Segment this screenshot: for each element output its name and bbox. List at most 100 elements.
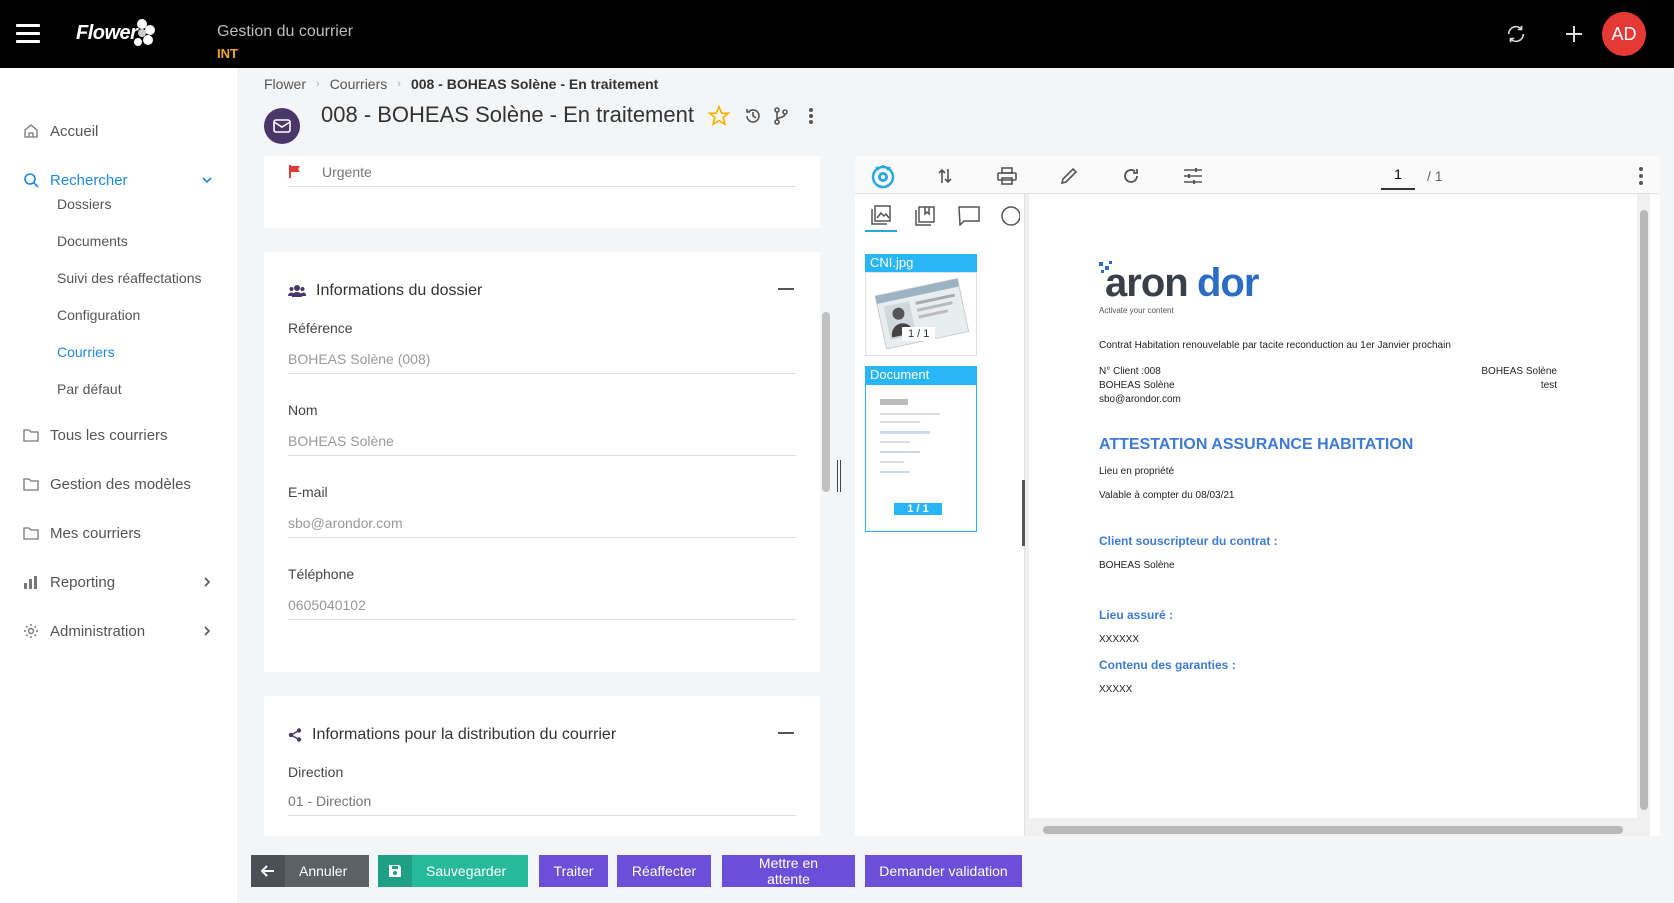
document-heading: ATTESTATION ASSURANCE HABITATION [1099, 436, 1414, 453]
process-button[interactable]: Traiter [539, 855, 608, 887]
sidebar-subitem-courriers[interactable]: Courriers [57, 344, 115, 360]
dossier-title-text: Informations du dossier [316, 282, 483, 299]
sidebar-subitem-suivi[interactable]: Suivi des réaffectations [57, 270, 202, 286]
telephone-label: Téléphone [288, 566, 355, 582]
section-lieu-value: XXXXXX [1099, 634, 1140, 645]
request-validation-button[interactable]: Demander validation [865, 855, 1022, 887]
telephone-field[interactable] [288, 590, 796, 620]
sidebar-subitem-configuration[interactable]: Configuration [57, 307, 140, 323]
form-scrollbar-thumb[interactable] [822, 312, 830, 492]
email-field[interactable] [288, 508, 796, 538]
direction-select[interactable]: 01 - Direction [288, 786, 796, 816]
branch-icon[interactable] [769, 104, 793, 128]
collapse-distribution-button[interactable] [778, 732, 794, 734]
section-garanties-value: XXXXX [1099, 684, 1133, 695]
sidebar-subitem-documents[interactable]: Documents [57, 233, 128, 249]
sidebar-item-accueil[interactable]: Accueil [0, 113, 237, 149]
history-icon[interactable] [741, 104, 765, 128]
save-label: Sauvegarder [426, 863, 507, 879]
breadcrumb-flower[interactable]: Flower [264, 76, 306, 92]
hold-label: Mettre en attente [758, 855, 819, 887]
tab-thumbnails[interactable] [865, 200, 897, 232]
breadcrumb-courriers[interactable]: Courriers [330, 76, 388, 92]
hold-button[interactable]: Mettre en attente [722, 855, 855, 887]
cancel-button[interactable]: Annuler [251, 855, 369, 887]
thumbnail-page-count: 1 / 1 [894, 503, 942, 515]
chevron-right-icon [204, 577, 211, 587]
tab-comments[interactable] [953, 200, 985, 232]
id-card-preview: 1 / 1 [865, 272, 977, 356]
viewer-logo-icon [871, 165, 895, 189]
thumbnail-title: Document [865, 366, 977, 384]
reassign-button[interactable]: Réaffecter [617, 855, 711, 887]
dossier-card-title: Informations du dossier [288, 282, 482, 300]
dossier-card: Informations du dossier Référence Nom E-… [264, 252, 820, 672]
document-area: aron dor arondor Activate your content C… [1025, 194, 1650, 836]
search-icon [22, 171, 40, 189]
sidebar-item-label: Administration [50, 622, 146, 640]
viewer-horizontal-scrollbar[interactable] [1025, 824, 1650, 836]
swap-vertical-icon[interactable] [931, 162, 959, 190]
star-icon[interactable] [707, 104, 731, 128]
print-icon[interactable] [993, 162, 1021, 190]
flower-logo[interactable]: Flower [76, 16, 160, 52]
avatar[interactable]: AD [1602, 12, 1646, 56]
sidebar-item-mes-courriers[interactable]: Mes courriers [0, 515, 237, 551]
chevron-right-icon [204, 626, 211, 636]
nom-field[interactable] [288, 426, 796, 456]
sidebar-item-tous-courriers[interactable]: Tous les courriers [0, 417, 237, 453]
home-icon [22, 122, 40, 140]
sidebar-item-label: Gestion des modèles [50, 475, 191, 493]
save-button[interactable]: Sauvegarder [378, 855, 528, 887]
tab-search[interactable] [993, 200, 1025, 232]
sidebar: Accueil Rechercher Dossiers Documents Su… [0, 68, 237, 903]
viewer-vscroll-thumb[interactable] [1640, 210, 1648, 810]
flag-icon [289, 165, 300, 178]
more-vert-icon[interactable] [1627, 162, 1655, 190]
distribution-card-title: Informations pour la distribution du cou… [288, 726, 616, 744]
pencil-icon[interactable] [1055, 162, 1083, 190]
reference-field[interactable] [288, 344, 796, 374]
flower-logo-icon [134, 19, 155, 46]
viewer-toolbar: / 1 [855, 156, 1660, 194]
document-page: aron dor arondor Activate your content C… [1029, 194, 1637, 818]
thumbnail-cni[interactable]: CNI.jpg 1 / 1 [865, 254, 977, 356]
arrow-left-icon [251, 855, 285, 887]
thumbnail-panel: CNI.jpg 1 / 1 Document 1 / 1 [855, 194, 1025, 836]
viewer-hscroll-thumb[interactable] [1043, 826, 1623, 834]
eye-icon[interactable] [869, 162, 897, 190]
sidebar-item-label: Reporting [50, 573, 116, 591]
tab-bookmarks[interactable] [909, 200, 941, 232]
client-name: BOHEAS Solène [1099, 380, 1175, 391]
sidebar-item-gestion-modeles[interactable]: Gestion des modèles [0, 466, 237, 502]
section-client-title: Client souscripteur du contrat : [1099, 534, 1278, 548]
sidebar-subitem-dossiers[interactable]: Dossiers [57, 196, 111, 212]
reference-label: Référence [288, 320, 353, 336]
page-number-input[interactable] [1381, 160, 1415, 190]
nom-label: Nom [288, 402, 318, 418]
panel-splitter[interactable] [837, 460, 845, 496]
page-total: / 1 [1427, 168, 1443, 184]
sidebar-item-rechercher[interactable]: Rechercher [0, 162, 237, 198]
sync-icon[interactable] [1502, 20, 1530, 48]
thumbnail-document[interactable]: Document 1 / 1 [865, 366, 977, 532]
rotate-icon[interactable] [1117, 162, 1145, 190]
more-vert-icon[interactable] [799, 104, 823, 128]
section-garanties-title: Contenu des garanties : [1099, 658, 1236, 672]
lieu-propriete: Lieu en propriété [1099, 466, 1175, 477]
process-label: Traiter [553, 863, 594, 879]
sidebar-item-administration[interactable]: Administration [0, 613, 237, 649]
top-bar: Flower Gestion du courrier INT AD [0, 0, 1674, 68]
bookmark-icon [915, 206, 935, 226]
plus-icon[interactable] [1560, 20, 1588, 48]
sidebar-subitem-par-defaut[interactable]: Par défaut [57, 381, 122, 397]
collapse-dossier-button[interactable] [778, 288, 794, 290]
viewer-vertical-scrollbar[interactable] [1638, 194, 1650, 822]
tune-icon[interactable] [1179, 162, 1207, 190]
form-scrollbar[interactable] [820, 156, 832, 836]
share-icon [288, 728, 302, 742]
validate-label: Demander validation [879, 863, 1008, 879]
menu-icon[interactable] [16, 24, 40, 44]
page-title: 008 - BOHEAS Solène - En traitement [321, 102, 694, 127]
sidebar-item-reporting[interactable]: Reporting [0, 564, 237, 600]
